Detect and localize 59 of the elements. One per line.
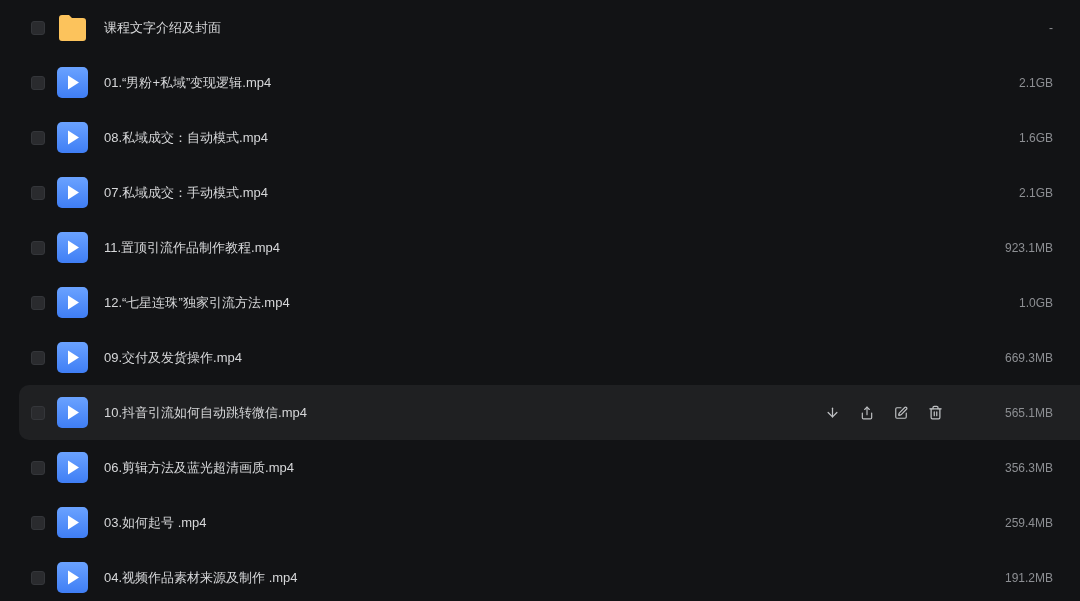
play-icon bbox=[57, 67, 88, 98]
play-icon bbox=[57, 562, 88, 593]
checkbox[interactable] bbox=[31, 350, 45, 365]
file-name: 课程文字介绍及封面 bbox=[104, 18, 221, 37]
file-size: 1.0GB bbox=[1018, 294, 1053, 312]
file-row[interactable]: 课程文字介绍及封面 - bbox=[19, 0, 1080, 55]
checkbox[interactable] bbox=[31, 185, 45, 200]
file-size: 191.2MB bbox=[1004, 569, 1053, 587]
file-size: - bbox=[1049, 19, 1053, 37]
play-icon bbox=[57, 452, 88, 483]
file-name: 01.“男粉+私域”变现逻辑.mp4 bbox=[104, 73, 272, 92]
file-row[interactable]: 09.交付及发货操作.mp4 669.3MB bbox=[19, 330, 1080, 385]
play-icon bbox=[57, 507, 88, 538]
file-row[interactable]: 10.抖音引流如何自动跳转微信.mp4 565.1MB bbox=[19, 385, 1080, 440]
checkbox[interactable] bbox=[31, 240, 45, 255]
file-name: 06.剪辑方法及蓝光超清画质.mp4 bbox=[104, 458, 294, 477]
play-icon bbox=[57, 122, 88, 153]
play-icon bbox=[57, 342, 88, 373]
checkbox[interactable] bbox=[31, 295, 45, 310]
file-name: 08.私域成交：自动模式.mp4 bbox=[104, 128, 268, 147]
file-size: 2.1GB bbox=[1018, 184, 1053, 202]
checkbox[interactable] bbox=[31, 570, 45, 585]
file-row[interactable]: 08.私域成交：自动模式.mp4 1.6GB bbox=[19, 110, 1080, 165]
file-size: 669.3MB bbox=[1004, 349, 1053, 367]
file-name: 10.抖音引流如何自动跳转微信.mp4 bbox=[104, 403, 307, 422]
file-name: 11.置顶引流作品制作教程.mp4 bbox=[104, 238, 280, 257]
share-icon[interactable] bbox=[859, 405, 874, 420]
checkbox[interactable] bbox=[31, 460, 45, 475]
file-size: 259.4MB bbox=[1004, 514, 1053, 532]
file-row[interactable]: 04.视频作品素材来源及制作 .mp4 191.2MB bbox=[19, 550, 1080, 601]
download-icon[interactable] bbox=[824, 405, 840, 420]
folder-icon bbox=[57, 12, 88, 43]
play-icon bbox=[57, 232, 88, 263]
checkbox[interactable] bbox=[31, 130, 45, 145]
file-size: 1.6GB bbox=[1018, 129, 1053, 147]
file-row[interactable]: 03.如何起号 .mp4 259.4MB bbox=[19, 495, 1080, 550]
checkbox[interactable] bbox=[31, 405, 45, 420]
delete-icon[interactable] bbox=[927, 405, 943, 420]
file-size: 565.1MB bbox=[1004, 404, 1053, 422]
edit-icon[interactable] bbox=[893, 405, 908, 420]
checkbox[interactable] bbox=[31, 20, 45, 35]
file-row[interactable]: 01.“男粉+私域”变现逻辑.mp4 2.1GB bbox=[19, 55, 1080, 110]
file-name: 09.交付及发货操作.mp4 bbox=[104, 348, 242, 367]
file-row[interactable]: 12.“七星连珠”独家引流方法.mp4 1.0GB bbox=[19, 275, 1080, 330]
file-size: 2.1GB bbox=[1018, 74, 1053, 92]
file-name: 07.私域成交：手动模式.mp4 bbox=[104, 183, 268, 202]
play-icon bbox=[57, 177, 88, 208]
file-size: 923.1MB bbox=[1004, 239, 1053, 257]
file-size: 356.3MB bbox=[1004, 459, 1053, 477]
file-row[interactable]: 06.剪辑方法及蓝光超清画质.mp4 356.3MB bbox=[19, 440, 1080, 495]
checkbox[interactable] bbox=[31, 75, 45, 90]
file-name: 12.“七星连珠”独家引流方法.mp4 bbox=[104, 293, 290, 312]
file-name: 04.视频作品素材来源及制作 .mp4 bbox=[104, 568, 298, 587]
checkbox[interactable] bbox=[31, 515, 45, 530]
play-icon bbox=[57, 287, 88, 318]
file-name: 03.如何起号 .mp4 bbox=[104, 513, 207, 532]
play-icon bbox=[57, 397, 88, 428]
file-row[interactable]: 07.私域成交：手动模式.mp4 2.1GB bbox=[19, 165, 1080, 220]
file-row[interactable]: 11.置顶引流作品制作教程.mp4 923.1MB bbox=[19, 220, 1080, 275]
